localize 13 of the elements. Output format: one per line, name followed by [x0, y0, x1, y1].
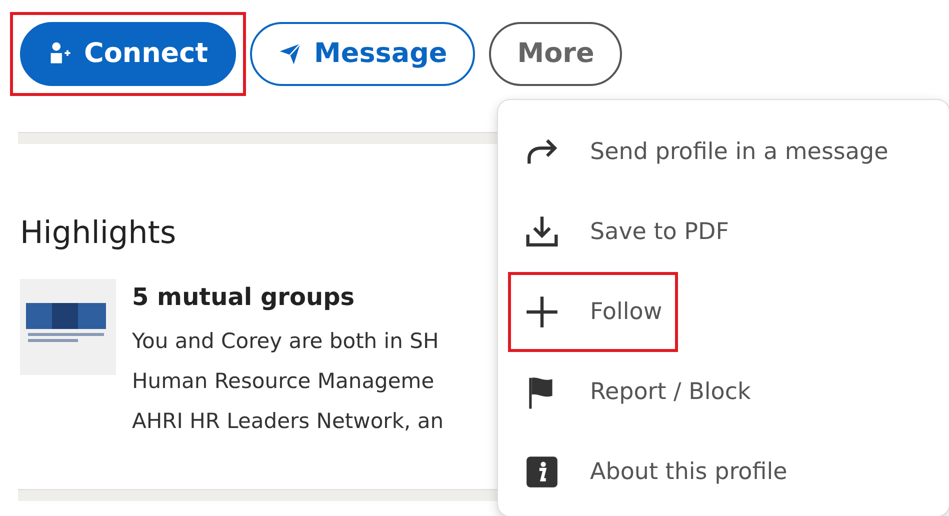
menu-item[interactable]: About this profile [508, 432, 804, 512]
menu-item[interactable]: Report / Block [508, 352, 767, 432]
menu-item[interactable]: Send profile in a message [508, 112, 904, 192]
group-title: 5 mutual groups [132, 282, 356, 312]
plus-icon [524, 294, 560, 330]
connect-button[interactable]: Connect [20, 22, 236, 86]
info-icon [524, 454, 560, 490]
message-button[interactable]: Message [250, 22, 476, 86]
group-description: You and Corey are both in SH Human Resource Manageme AHRI HR Leaders Network, an [132, 328, 444, 434]
section-heading: Highlights [20, 214, 176, 253]
menu-item[interactable]: Follow [508, 272, 678, 352]
menu-item[interactable]: Save to PDF [508, 192, 745, 272]
more-button[interactable]: More [489, 22, 622, 86]
